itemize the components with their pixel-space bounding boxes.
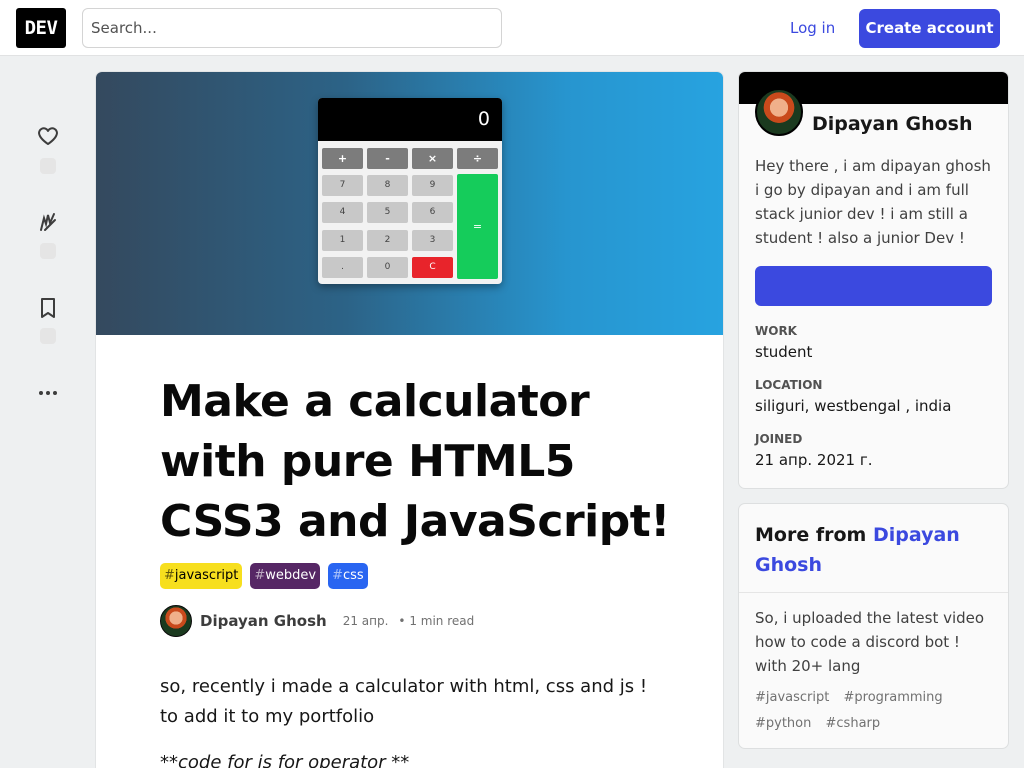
- calc-key-9: 9: [412, 175, 453, 196]
- calculator-display: 0: [318, 98, 502, 141]
- article-paragraph: so, recently i made a calculator with ht…: [160, 676, 648, 727]
- bookmark-icon: [41, 298, 55, 318]
- bookmark-count-placeholder: [40, 328, 56, 344]
- like-count-placeholder: [40, 158, 56, 174]
- tag-hash: #: [254, 568, 266, 583]
- profile-bio: Hey there , i am dipayan ghosh i go by d…: [755, 157, 991, 247]
- calc-key-8: 8: [367, 175, 408, 196]
- author-avatar[interactable]: [160, 605, 192, 637]
- unicorn-count-placeholder: [40, 243, 56, 259]
- unicorn-icon: [40, 213, 56, 231]
- profile-name-link[interactable]: Dipayan Ghosh: [812, 113, 972, 135]
- article-emphasis-line: **code for js for operator **: [160, 752, 410, 768]
- top-navbar: DEV Log in Create account: [0, 0, 1024, 56]
- calc-key-plus: +: [322, 148, 363, 169]
- joined-label: JOINED: [755, 432, 803, 446]
- tag-javascript[interactable]: #javascript: [160, 563, 243, 589]
- divider: [739, 592, 1008, 593]
- calc-key-7: 7: [322, 175, 363, 196]
- calculator-illustration: 0 + - × ÷ 7 8 9 4 5 6 1 2 3 . 0 C =: [318, 98, 502, 284]
- more-from-prefix: More from: [755, 524, 867, 546]
- work-label: WORK: [755, 324, 797, 338]
- tag-label: javascript: [174, 568, 239, 583]
- more-tag-csharp[interactable]: #csharp: [826, 711, 881, 737]
- read-time: • 1 min read: [398, 614, 475, 628]
- work-value: student: [755, 343, 813, 361]
- calc-key-1: 1: [322, 230, 363, 251]
- create-account-button[interactable]: Create account: [859, 9, 1000, 48]
- search-input[interactable]: [82, 8, 502, 48]
- article-tags: #javascript #webdev #css: [160, 563, 368, 589]
- article-card: 0 + - × ÷ 7 8 9 4 5 6 1 2 3 . 0 C = Make…: [96, 72, 723, 768]
- calc-key-divide: ÷: [457, 148, 498, 169]
- article-title: Make a calculator with pure HTML5 CSS3 a…: [160, 376, 670, 547]
- more-post-title[interactable]: So, i uploaded the latest video how to c…: [755, 606, 995, 678]
- more-tag-programming[interactable]: #programming: [844, 685, 943, 711]
- calc-key-6: 6: [412, 202, 453, 223]
- tag-label: css: [343, 568, 364, 583]
- more-post-tags: #javascript #programming #python #csharp: [755, 685, 995, 737]
- calc-key-2: 2: [367, 230, 408, 251]
- calc-key-multiply: ×: [412, 148, 453, 169]
- more-tag-python[interactable]: #python: [755, 711, 811, 737]
- bookmark-button[interactable]: [35, 296, 61, 320]
- more-from-heading: More from Dipayan Ghosh: [755, 520, 995, 580]
- more-options-button[interactable]: [35, 381, 61, 405]
- dev-logo[interactable]: DEV: [16, 8, 66, 48]
- ellipsis-icon: [39, 391, 57, 395]
- author-name-link[interactable]: Dipayan Ghosh: [200, 612, 327, 630]
- calc-key-0: 0: [367, 257, 408, 278]
- calc-key-clear: C: [412, 257, 453, 278]
- more-from-card: More from Dipayan Ghosh So, i uploaded t…: [739, 504, 1008, 748]
- cover-image: 0 + - × ÷ 7 8 9 4 5 6 1 2 3 . 0 C =: [96, 72, 723, 335]
- calc-key-4: 4: [322, 202, 363, 223]
- calc-key-dot: .: [322, 257, 363, 278]
- calc-key-5: 5: [367, 202, 408, 223]
- tag-label: webdev: [265, 568, 317, 583]
- joined-value: 21 апр. 2021 г.: [755, 451, 873, 469]
- publish-date: 21 апр.: [342, 614, 389, 628]
- tag-webdev[interactable]: #webdev: [250, 563, 321, 589]
- unicorn-button[interactable]: [35, 210, 61, 234]
- location-label: LOCATION: [755, 378, 823, 392]
- article-author-row: Dipayan Ghosh 21 апр. • 1 min read: [160, 605, 474, 637]
- tag-hash: #: [332, 568, 344, 583]
- tag-css[interactable]: #css: [328, 563, 368, 589]
- follow-button[interactable]: [755, 266, 992, 306]
- like-button[interactable]: [35, 124, 61, 148]
- more-tag-javascript[interactable]: #javascript: [755, 685, 829, 711]
- location-value: siliguri, westbengal , india: [755, 397, 952, 415]
- calc-key-equals: =: [457, 174, 498, 279]
- author-profile-card: Dipayan Ghosh Hey there , i am dipayan g…: [739, 72, 1008, 488]
- login-link[interactable]: Log in: [778, 9, 847, 47]
- calc-key-minus: -: [367, 148, 408, 169]
- calc-key-3: 3: [412, 230, 453, 251]
- heart-icon: [38, 127, 58, 145]
- profile-avatar[interactable]: [755, 88, 803, 136]
- tag-hash: #: [164, 568, 175, 583]
